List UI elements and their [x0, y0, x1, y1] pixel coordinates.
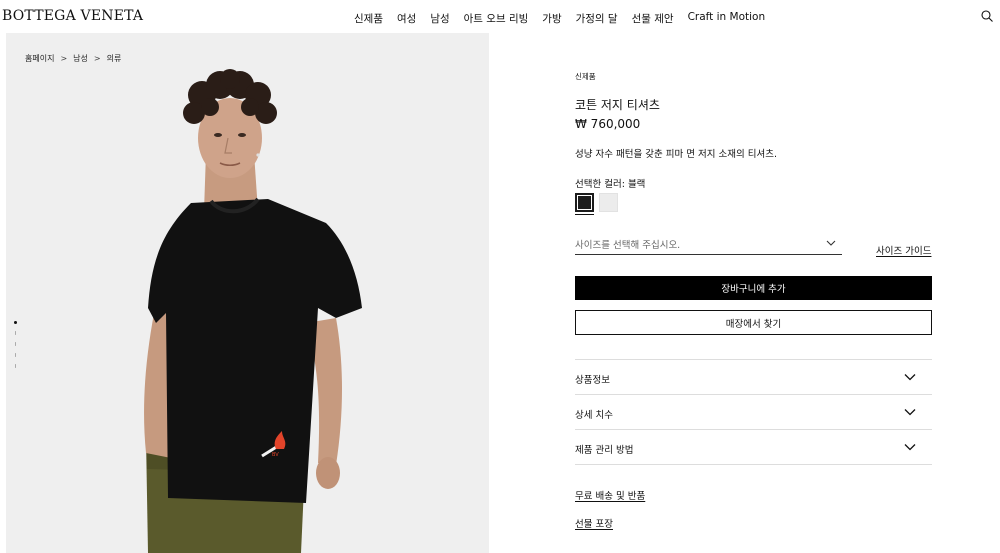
nav-item-art-of-living[interactable]: 아트 오브 리빙 [464, 11, 529, 26]
add-to-cart-button[interactable]: 장바구니에 추가 [575, 276, 932, 300]
product-details-accordion: 상품정보 상세 치수 제품 관리 방법 [575, 359, 932, 465]
product-image-gallery[interactable]: BV 홈페이지 > 남성 > 의류 [6, 33, 489, 553]
gallery-dot-active[interactable] [14, 321, 17, 324]
gallery-pagination [14, 321, 17, 368]
chevron-down-icon [904, 409, 916, 416]
breadcrumb-men[interactable]: 남성 [73, 53, 88, 64]
nav-item-bags[interactable]: 가방 [542, 11, 561, 26]
chevron-down-icon [826, 240, 836, 246]
breadcrumb: 홈페이지 > 남성 > 의류 [25, 53, 121, 64]
color-swatch-black[interactable] [575, 193, 594, 215]
color-swatch-white[interactable] [599, 193, 618, 212]
accordion-dimensions[interactable]: 상세 치수 [575, 395, 932, 430]
gallery-dot[interactable] [14, 353, 17, 357]
breadcrumb-clothing[interactable]: 의류 [107, 53, 122, 64]
gallery-dot[interactable] [14, 364, 17, 368]
chevron-down-icon [904, 374, 916, 381]
product-image: BV [144, 69, 362, 553]
product-title: 코튼 저지 티셔츠 [575, 98, 660, 112]
product-description: 성냥 자수 패턴을 갖춘 피마 면 저지 소재의 티셔츠. [575, 149, 777, 160]
svg-text:BV: BV [272, 452, 279, 458]
breadcrumb-home[interactable]: 홈페이지 [25, 53, 54, 64]
gallery-dot[interactable] [14, 331, 17, 335]
accordion-care[interactable]: 제품 관리 방법 [575, 430, 932, 465]
accordion-label: 상품정보 [575, 375, 610, 386]
accordion-product-info[interactable]: 상품정보 [575, 360, 932, 395]
nav-item-men[interactable]: 남성 [430, 11, 449, 26]
nav-item-gifts[interactable]: 선물 제안 [632, 11, 674, 26]
brand-logo[interactable]: BOTTEGA VENETA [2, 8, 143, 24]
size-select-placeholder: 사이즈를 선택해 주십시오. [575, 240, 681, 251]
breadcrumb-separator: > [60, 54, 68, 63]
size-guide-link[interactable]: 사이즈 가이드 [876, 243, 931, 257]
free-shipping-returns-link[interactable]: 무료 배송 및 반품 [575, 488, 645, 502]
accordion-label: 상세 치수 [575, 410, 613, 421]
main-nav: 신제품 여성 남성 아트 오브 리빙 가방 가정의 달 선물 제안 Craft … [354, 11, 765, 26]
find-in-store-button[interactable]: 매장에서 찾기 [575, 310, 932, 335]
nav-item-craft-in-motion[interactable]: Craft in Motion [688, 11, 766, 26]
gallery-dot[interactable] [14, 342, 17, 346]
chevron-down-icon [904, 444, 916, 451]
nav-item-new[interactable]: 신제품 [354, 11, 383, 26]
breadcrumb-separator: > [93, 54, 101, 63]
selected-color-label: 선택한 컬러: 블랙 [575, 179, 646, 190]
accordion-label: 제품 관리 방법 [575, 445, 634, 456]
site-header: BOTTEGA VENETA 신제품 여성 남성 아트 오브 리빙 가방 가정의… [0, 0, 1000, 33]
gift-wrapping-link[interactable]: 선물 포장 [575, 516, 613, 530]
nav-item-family-month[interactable]: 가정의 달 [576, 11, 618, 26]
nav-item-women[interactable]: 여성 [397, 11, 416, 26]
size-select[interactable]: 사이즈를 선택해 주십시오. [575, 237, 842, 255]
search-icon[interactable] [980, 9, 994, 23]
product-price: ₩ 760,000 [575, 117, 641, 131]
new-badge: 신제품 [575, 72, 596, 81]
